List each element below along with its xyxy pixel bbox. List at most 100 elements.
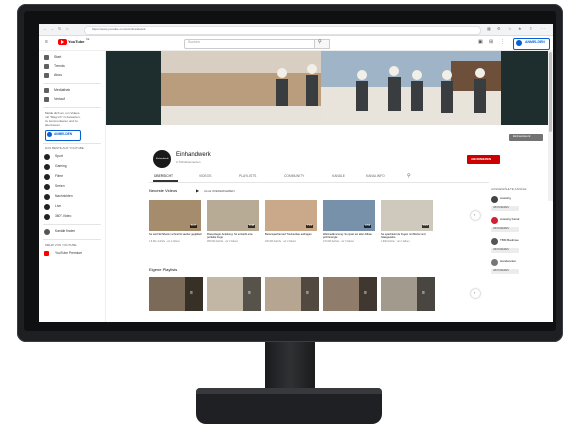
sidebar-item-label: Mediathek (54, 88, 71, 92)
apps-grid-icon[interactable]: ⊞ (489, 40, 493, 45)
add-circle-icon (44, 229, 50, 235)
play-triangle-icon (61, 40, 64, 44)
country-code: DE (86, 38, 90, 41)
sidebar-item-label: Nachrichten (55, 194, 73, 198)
featured-channel-avatar[interactable] (491, 238, 498, 245)
sidebar-item-label: Verlauf (54, 97, 65, 101)
video-duration: 8:47 (190, 224, 198, 228)
featured-channel-name[interactable]: Ausstrig Kanal (500, 218, 519, 221)
channel-search-icon[interactable]: ⚲ (407, 174, 411, 179)
sidebar-signin-label: ANMELDEN (54, 132, 73, 136)
trending-icon (44, 64, 49, 69)
channel-avatar-text: Einhandwerk (156, 158, 169, 160)
play-all-icon[interactable]: ▶ (196, 189, 199, 193)
tab-uebersicht[interactable]: ÜBERSICHT (154, 174, 173, 178)
sidebar-item-label: 360°-Video (55, 214, 72, 218)
video-title[interactable]: Betonspachtel auf Trockenbau auftragen (265, 233, 318, 236)
playlist-icon: ≡ (364, 290, 367, 296)
movies-icon (44, 174, 50, 180)
video-card[interactable]: 7:21 Betonspachtel auf Trockenbau auftrag… (265, 200, 319, 262)
video-duration: 5:48 (248, 224, 256, 228)
video-duration: 7:21 (306, 224, 314, 228)
sidebar-divider (43, 83, 101, 84)
shelf-next-button[interactable] (471, 211, 480, 220)
video-card[interactable]: 4:53 Wärmedämmung: So spart ein alter Alt… (323, 200, 377, 262)
featured-channel-avatar[interactable] (491, 217, 498, 224)
favorite-star-icon[interactable]: ☆ (508, 27, 512, 31)
section-title-playlists: Eigene Playlists (149, 267, 178, 272)
sidebar-item-label: Start (54, 55, 62, 59)
video-title[interactable]: Wärmedämmung: So spart ein alter Altbau … (323, 233, 376, 239)
video-meta: 170.000 Aufrufe · vor 3 Jahren (323, 241, 355, 243)
shelf-next-button[interactable] (471, 289, 480, 298)
favorites-icon[interactable]: ★ (518, 27, 522, 31)
playlist-icon: ≡ (422, 290, 425, 296)
sidebar-divider (43, 143, 101, 144)
monitor-stand-top (196, 388, 382, 394)
featured-channel-name[interactable]: TBM Baulinse (500, 239, 519, 242)
video-title[interactable]: Fliesenleger Anleitung: So entsteht eine… (207, 233, 260, 239)
sidebar-item-label: Filme (55, 174, 64, 178)
tab-videos[interactable]: VIDEOS (199, 174, 211, 178)
playlist-icon: ≡ (248, 290, 251, 296)
youtube-logo-text: YouTube (68, 39, 85, 44)
sidebar-item-label: Abos (54, 73, 62, 77)
video-card[interactable]: 6:15 So spachtelst du Fugen mit Mörtel un… (381, 200, 435, 262)
sidebar-divider (43, 224, 101, 225)
home-icon (44, 55, 49, 60)
more-icon[interactable]: ⋯ (541, 27, 545, 31)
playlist-thumbnail[interactable]: ≡ (265, 277, 319, 311)
tab-kanaele[interactable]: KANÄLE (332, 174, 345, 178)
account-icon (47, 132, 52, 137)
video-title[interactable]: So spachtelst du Fugen mit Mörtel und Gl… (381, 233, 434, 239)
sidebar-divider (43, 239, 101, 240)
sidebar-item-label: Live (55, 204, 62, 208)
featured-channel-avatar[interactable] (491, 259, 498, 266)
back-icon[interactable]: ← (43, 27, 47, 31)
hamburger-menu-icon[interactable]: ≡ (45, 40, 48, 45)
history-icon (44, 97, 49, 102)
youtube-premium-icon (44, 251, 49, 256)
tab-kanalinfo[interactable]: KANALINFO (366, 174, 385, 178)
address-bar-url: https://www.youtube.com/c/einhandwerk (92, 27, 146, 31)
featured-channel-subscribe-label: ABONNIEREN (493, 206, 509, 209)
section-title-uploads: Neueste Videos (149, 188, 178, 193)
create-video-icon[interactable]: ▣ (478, 40, 483, 45)
playlist-thumbnail[interactable]: ≡ (149, 277, 203, 311)
video-meta: 100.000 Aufrufe · vor 2 Jahren (265, 241, 297, 243)
tab-playlists[interactable]: PLAYLISTS (239, 174, 256, 178)
playlist-overlay (301, 277, 319, 311)
playlist-thumbnail[interactable]: ≡ (323, 277, 377, 311)
playlist-overlay (185, 277, 203, 311)
play-all-button[interactable]: ALLE WIEDERGEBEN (204, 190, 235, 193)
video-card[interactable]: 8:47 So wird Sichtbeton schnell & sauber … (149, 200, 203, 262)
share-icon[interactable]: ⇧ (529, 27, 532, 31)
search-input[interactable] (184, 39, 316, 49)
video-meta: 1.5 Mio. Aufrufe · vor 2 Jahren (149, 241, 180, 243)
playlist-thumbnail[interactable]: ≡ (207, 277, 261, 311)
featured-channel-subscribe-label: ABONNIEREN (493, 248, 509, 251)
signin-hint-line: abonnieren. (45, 123, 61, 127)
channel-name: Einhandwerk (176, 152, 211, 158)
settings-icon[interactable]: ⚙ (497, 27, 501, 31)
search-button[interactable] (314, 39, 330, 49)
account-icon (516, 40, 522, 46)
tab-community[interactable]: COMMUNITY (284, 174, 304, 178)
best-of-title: DAS BESTE AUF YOUTUBE (45, 146, 84, 150)
page-scrollbar-thumb[interactable] (549, 52, 552, 132)
video-title[interactable]: So wird Sichtbeton schnell & sauber gegl… (149, 233, 202, 236)
video-card[interactable]: 5:48 Fliesenleger Anleitung: So entsteht … (207, 200, 261, 262)
playlist-thumbnail[interactable]: ≡ (381, 277, 435, 311)
tv-icon (44, 184, 50, 190)
search-icon: ⚲ (318, 39, 322, 45)
more-from-youtube-title: MEHR VON YOUTUBE (45, 243, 77, 247)
reload-icon[interactable]: ↻ (58, 27, 61, 31)
forward-icon[interactable]: → (50, 27, 54, 31)
featured-channel-avatar[interactable] (491, 196, 498, 203)
home-icon[interactable]: ⌂ (66, 27, 68, 31)
more-vert-icon[interactable]: ⋮ (500, 40, 505, 45)
playlist-icon: ≡ (306, 290, 309, 296)
featured-channel-name[interactable]: Handwerker (500, 260, 516, 263)
reader-icon[interactable]: ▦ (487, 27, 491, 31)
featured-channel-name[interactable]: Ausstrig (500, 197, 511, 200)
